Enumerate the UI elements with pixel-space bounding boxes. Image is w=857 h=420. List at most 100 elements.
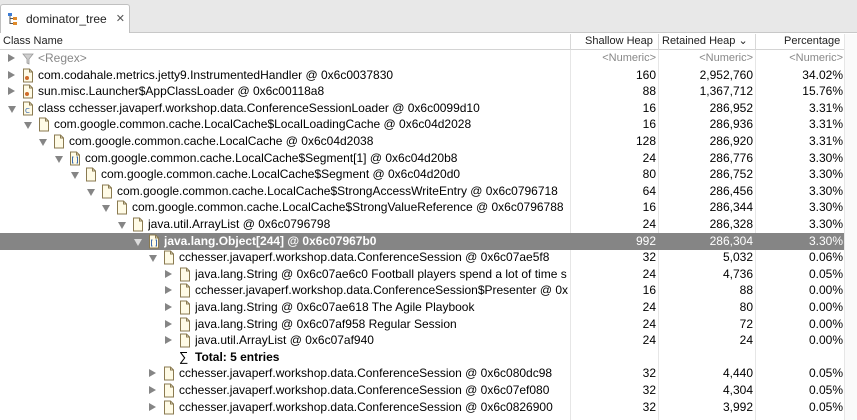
expand-arrow-icon[interactable]	[8, 87, 15, 95]
percentage-cell: 0.05%	[808, 400, 843, 414]
collapse-arrow-icon[interactable]	[71, 172, 79, 179]
collapse-arrow-icon[interactable]	[134, 239, 142, 246]
tab-dominator-tree[interactable]: dominator_tree ✕	[0, 4, 130, 33]
tree-row-label: cchesser.javaperf.workshop.data.Conferen…	[179, 366, 553, 380]
header-retained-heap[interactable]: Retained Heap ⌄	[662, 34, 748, 50]
percentage-filter-input[interactable]: <Numeric>	[757, 51, 843, 67]
shallow-heap-cell	[572, 350, 656, 366]
expand-arrow-icon[interactable]	[149, 386, 156, 394]
shallow-heap-cell: 32	[642, 383, 656, 397]
class-icon	[22, 68, 34, 83]
total-entries-row[interactable]: ∑ Total: 5 entries	[0, 349, 844, 366]
tree-row-label: java.util.ArrayList @ 0x6c07af940	[195, 333, 374, 347]
collapse-arrow-icon[interactable]	[118, 222, 126, 229]
tree-row[interactable]: cchesser.javaperf.workshop.data.Conferen…	[0, 382, 844, 399]
shallow-heap-cell: 32	[642, 400, 656, 414]
object-icon	[116, 200, 128, 215]
shallow-filter-input[interactable]: <Numeric>	[572, 51, 656, 67]
svg-text:C: C	[25, 107, 30, 115]
tree-row[interactable]: cchesser.javaperf.workshop.data.Conferen…	[0, 399, 844, 416]
column-divider[interactable]	[755, 34, 756, 50]
tree-row[interactable]: com.google.common.cache.LocalCache$Segme…	[0, 150, 844, 167]
shallow-heap-cell: 24	[642, 317, 656, 331]
regex-filter-input[interactable]: <Regex>	[38, 51, 568, 67]
tree-row-label: cchesser.javaperf.workshop.data.Conferen…	[179, 383, 550, 397]
tree-row[interactable]: com.codahale.metrics.jetty9.Instrumented…	[0, 67, 844, 84]
collapse-arrow-icon[interactable]	[55, 156, 63, 163]
shallow-heap-cell: 16	[642, 117, 656, 131]
expand-arrow-icon[interactable]	[165, 303, 172, 311]
column-divider[interactable]	[658, 34, 659, 50]
percentage-cell: 3.30%	[808, 217, 843, 231]
retained-heap-cell: 24	[739, 333, 753, 347]
tree-row[interactable]: com.google.common.cache.LocalCache$Stron…	[0, 183, 844, 200]
shallow-heap-cell: 80	[642, 167, 656, 181]
close-icon[interactable]: ✕	[116, 13, 125, 25]
retained-filter-input[interactable]: <Numeric>	[660, 51, 753, 67]
header-percentage[interactable]: Percentage	[784, 34, 840, 50]
expand-arrow-icon[interactable]	[165, 336, 172, 344]
object-icon	[179, 333, 191, 348]
tree-row[interactable]: com.google.common.cache.LocalCache$Local…	[0, 116, 844, 133]
collapse-arrow-icon[interactable]	[87, 189, 95, 196]
tree-row[interactable]: com.google.common.cache.LocalCache @ 0x6…	[0, 133, 844, 150]
tree-row[interactable]: com.google.common.cache.LocalCache$Stron…	[0, 199, 844, 216]
expand-arrow-icon[interactable]	[8, 71, 15, 79]
percentage-cell: 34.02%	[802, 68, 843, 82]
shallow-heap-cell: 16	[642, 283, 656, 297]
header-class-name[interactable]: Class Name	[3, 34, 63, 50]
tree-row[interactable]: java.lang.String @ 0x6c07ae6c0 Football …	[0, 266, 844, 283]
dominator-tree-table[interactable]: <Regex> <Numeric> <Numeric> <Numeric> co…	[0, 50, 857, 420]
retained-heap-cell: 72	[739, 317, 753, 331]
tree-row[interactable]: java.util.ArrayList @ 0x6c0796798 24 286,3…	[0, 216, 844, 233]
collapse-arrow-icon[interactable]	[149, 255, 157, 262]
object-icon	[38, 117, 50, 132]
retained-heap-cell: 286,456	[709, 184, 753, 198]
tree-row[interactable]: cchesser.javaperf.workshop.data.Conferen…	[0, 282, 844, 299]
expand-arrow-icon[interactable]	[165, 270, 172, 278]
tree-row-label: cchesser.javaperf.workshop.data.Conferen…	[179, 400, 553, 414]
collapse-arrow-icon[interactable]	[102, 205, 110, 212]
tree-row[interactable]: java.util.ArrayList @ 0x6c07af940 24 24 0.0…	[0, 332, 844, 349]
object-icon	[179, 267, 191, 282]
retained-heap-cell: 88	[739, 283, 753, 297]
shallow-heap-cell: 32	[642, 250, 656, 264]
collapse-arrow-icon[interactable]	[8, 106, 16, 113]
class-object-icon: C	[22, 101, 34, 116]
tree-row[interactable]: sun.misc.Launcher$AppClassLoader @ 0x6c0…	[0, 83, 844, 100]
tree-row[interactable]: cchesser.javaperf.workshop.data.Conferen…	[0, 365, 844, 382]
tree-row[interactable]: java.lang.String @ 0x6c07af958 Regular S…	[0, 316, 844, 333]
shallow-heap-cell: 88	[642, 84, 656, 98]
retained-heap-cell: 286,328	[709, 217, 753, 231]
tree-row[interactable]: java.lang.Object[244] @ 0x6c07967b0 992 28…	[0, 233, 844, 250]
expand-arrow-icon[interactable]	[149, 369, 156, 377]
percentage-cell: 3.30%	[808, 167, 843, 181]
tree-row-label: cchesser.javaperf.workshop.data.Conferen…	[195, 283, 568, 297]
collapse-arrow-icon[interactable]	[24, 122, 32, 129]
tree-row[interactable]: java.lang.String @ 0x6c07ae618 The Agile…	[0, 299, 844, 316]
collapse-arrow-icon[interactable]	[39, 139, 47, 146]
object-icon	[163, 400, 175, 415]
object-icon	[179, 300, 191, 315]
tree-row[interactable]: cchesser.javaperf.workshop.data.Conferen…	[0, 249, 844, 266]
header-shallow-heap[interactable]: Shallow Heap	[585, 34, 653, 50]
object-icon	[101, 184, 113, 199]
percentage-cell: 3.30%	[808, 234, 843, 248]
retained-heap-cell: 2,952,760	[699, 68, 753, 82]
retained-heap-cell: 286,344	[709, 200, 753, 214]
shallow-heap-cell: 32	[642, 366, 656, 380]
column-divider[interactable]	[570, 34, 571, 50]
expand-arrow-icon[interactable]	[165, 286, 172, 294]
expand-arrow-icon[interactable]	[165, 320, 172, 328]
tree-row-label: com.codahale.metrics.jetty9.Instrumented…	[38, 68, 394, 82]
tree-row[interactable]: com.google.common.cache.LocalCache$Segme…	[0, 166, 844, 183]
vertical-scrollbar[interactable]	[844, 34, 857, 420]
retained-heap-cell: 286,952	[709, 101, 753, 115]
tree-view-icon	[7, 12, 21, 26]
tree-row-label: sun.misc.Launcher$AppClassLoader @ 0x6c0…	[38, 84, 325, 98]
tab-title: dominator_tree	[26, 12, 107, 26]
tree-row-label: java.lang.String @ 0x6c07ae618 The Agile…	[195, 300, 475, 314]
retained-heap-cell: 5,032	[722, 250, 753, 264]
tree-row[interactable]: Cclass cchesser.javaperf.workshop.data.C…	[0, 100, 844, 117]
expand-arrow-icon[interactable]	[149, 403, 156, 411]
